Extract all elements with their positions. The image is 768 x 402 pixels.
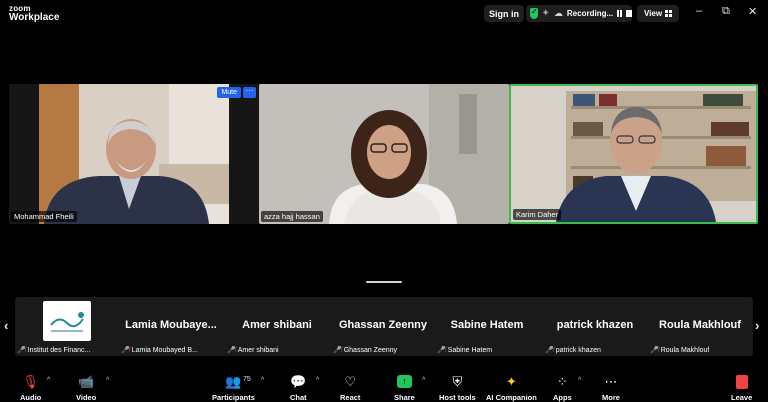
close-icon[interactable]: ✕ (748, 5, 757, 18)
cloud-recording-icon: ☁ (553, 8, 563, 18)
stop-recording-icon[interactable] (626, 10, 632, 17)
mute-participant-button[interactable]: Mute (217, 87, 241, 98)
video-tile-azza-hajj-hassan[interactable]: azza hajj hassan (259, 84, 509, 224)
video-options-chevron-icon[interactable]: ^ (106, 377, 109, 384)
mic-off-icon: 🎤̸ (545, 347, 554, 354)
participant-video (259, 84, 509, 224)
chat-button[interactable]: 💬 Chat (290, 374, 307, 402)
gallery-tile[interactable]: Ghassan Zeenny 🎤̸ Ghassan Zeenny (331, 297, 435, 356)
mic-off-icon: 🎤̸ (227, 347, 236, 354)
grid-view-icon (665, 10, 673, 17)
pause-recording-icon[interactable] (617, 10, 623, 17)
host-tools-button[interactable]: ⛨ Host tools (439, 374, 476, 402)
participant-tag: 🎤̸ Ghassan Zeenny (333, 346, 398, 355)
encryption-shield-icon[interactable] (530, 7, 538, 19)
audio-options-chevron-icon[interactable]: ^ (47, 377, 50, 384)
video-tile-karim-daher-active-speaker[interactable]: Karim Daher (509, 84, 758, 224)
apps-button[interactable]: ⁘ Apps (553, 374, 572, 402)
chat-options-chevron-icon[interactable]: ^ (316, 377, 319, 384)
heart-icon: ♡ (344, 374, 357, 389)
participant-video (9, 84, 259, 224)
meeting-status-group[interactable]: ✦ ☁ Recording... (526, 5, 632, 22)
participants-options-chevron-icon[interactable]: ^ (261, 377, 264, 384)
sign-in-button[interactable]: Sign in (484, 5, 524, 22)
mic-off-icon: 🎤̸ (17, 347, 26, 354)
participant-tag: 🎤̸ Institut des Financ... (17, 346, 91, 355)
participant-display-name: Sabine Hatem (450, 319, 524, 331)
tile-more-options-button[interactable]: ··· (243, 87, 256, 98)
recording-status: Recording... (566, 9, 614, 18)
participant-video (511, 86, 756, 222)
participant-name: Karim Daher (513, 209, 562, 220)
participant-display-name: Lamia Moubaye... (125, 319, 217, 331)
ai-sparkle-icon[interactable]: ✦ (542, 8, 550, 19)
title-bar: zoom Workplace Sign in ✦ ☁ Recording... … (0, 0, 768, 26)
participant-name: azza hajj hassan (261, 211, 323, 222)
audio-button[interactable]: 🎙 Audio (20, 374, 41, 402)
share-screen-icon: ↑ (396, 375, 412, 388)
apps-icon: ⁘ (556, 374, 568, 389)
zoom-logo: zoom Workplace (9, 4, 60, 23)
participant-tag: 🎤̸ Sabine Hatem (437, 346, 493, 355)
mic-off-icon: 🎤̸ (437, 347, 446, 354)
video-button[interactable]: 📹 Video (76, 374, 96, 402)
chat-icon: 💬 (290, 374, 307, 389)
gallery-tile[interactable]: patrick khazen 🎤̸ patrick khazen (543, 297, 647, 356)
gallery-prev-icon[interactable]: ‹ (4, 318, 8, 333)
meeting-toolbar (0, 364, 768, 402)
participant-display-name: patrick khazen (556, 319, 634, 331)
participant-tag: 🎤̸ patrick khazen (545, 346, 601, 355)
gallery-tile[interactable]: Lamia Moubaye... 🎤̸ Lamia Moubayed B... (119, 297, 223, 356)
institut-logo (43, 301, 91, 341)
video-tile-mohammad-fheili[interactable]: Mohammad Fheili Mute ··· (9, 84, 259, 224)
leave-button[interactable]: Leave (731, 374, 752, 402)
participant-tag: 🎤̸ Lamia Moubayed B... (121, 346, 198, 355)
host-shield-icon: ⛨ (452, 374, 463, 389)
share-button[interactable]: ↑ Share (394, 374, 415, 402)
gallery-tile[interactable]: Sabine Hatem 🎤̸ Sabine Hatem (435, 297, 539, 356)
restore-icon[interactable]: ⧉ (722, 5, 730, 18)
share-options-chevron-icon[interactable]: ^ (422, 377, 425, 384)
microphone-muted-icon: 🎙 (22, 374, 39, 389)
leave-door-icon (735, 374, 748, 389)
view-button[interactable]: View (637, 5, 679, 22)
participant-display-name: Amer shibani (242, 319, 312, 331)
react-button[interactable]: ♡ React (340, 374, 360, 402)
gallery-page-handle[interactable] (366, 281, 402, 283)
more-dots-icon: ⋯ (604, 374, 618, 389)
mic-off-icon: 🎤̸ (121, 347, 130, 354)
mic-off-icon: 🎤̸ (333, 347, 342, 354)
participant-tag: 🎤̸ Amer shibani (227, 346, 279, 355)
participants-count: 75 (243, 376, 251, 383)
ai-companion-icon: ✦ (505, 374, 517, 389)
participant-display-name: Ghassan Zeenny (338, 319, 428, 331)
participant-name: Mohammad Fheili (11, 211, 77, 222)
gallery-tile[interactable]: Roula Makhlouf 🎤̸ Roula Makhlouf (648, 297, 752, 356)
video-off-icon: 📹 (78, 374, 95, 389)
participants-icon: 👥 (225, 374, 242, 389)
apps-options-chevron-icon[interactable]: ^ (578, 377, 581, 384)
participant-display-name: Roula Makhlouf (659, 319, 741, 331)
ai-companion-button[interactable]: ✦ AI Companion (486, 374, 537, 402)
participant-tag: 🎤̸ Roula Makhlouf (650, 346, 710, 355)
mic-off-icon: 🎤̸ (650, 347, 659, 354)
gallery-tile[interactable]: Amer shibani 🎤̸ Amer shibani (225, 297, 329, 356)
minimize-icon[interactable]: – (696, 5, 702, 17)
gallery-tile[interactable]: 🎤̸ Institut des Financ... (15, 297, 119, 356)
gallery-next-icon[interactable]: › (755, 318, 759, 333)
more-button[interactable]: ⋯ More (602, 374, 620, 402)
